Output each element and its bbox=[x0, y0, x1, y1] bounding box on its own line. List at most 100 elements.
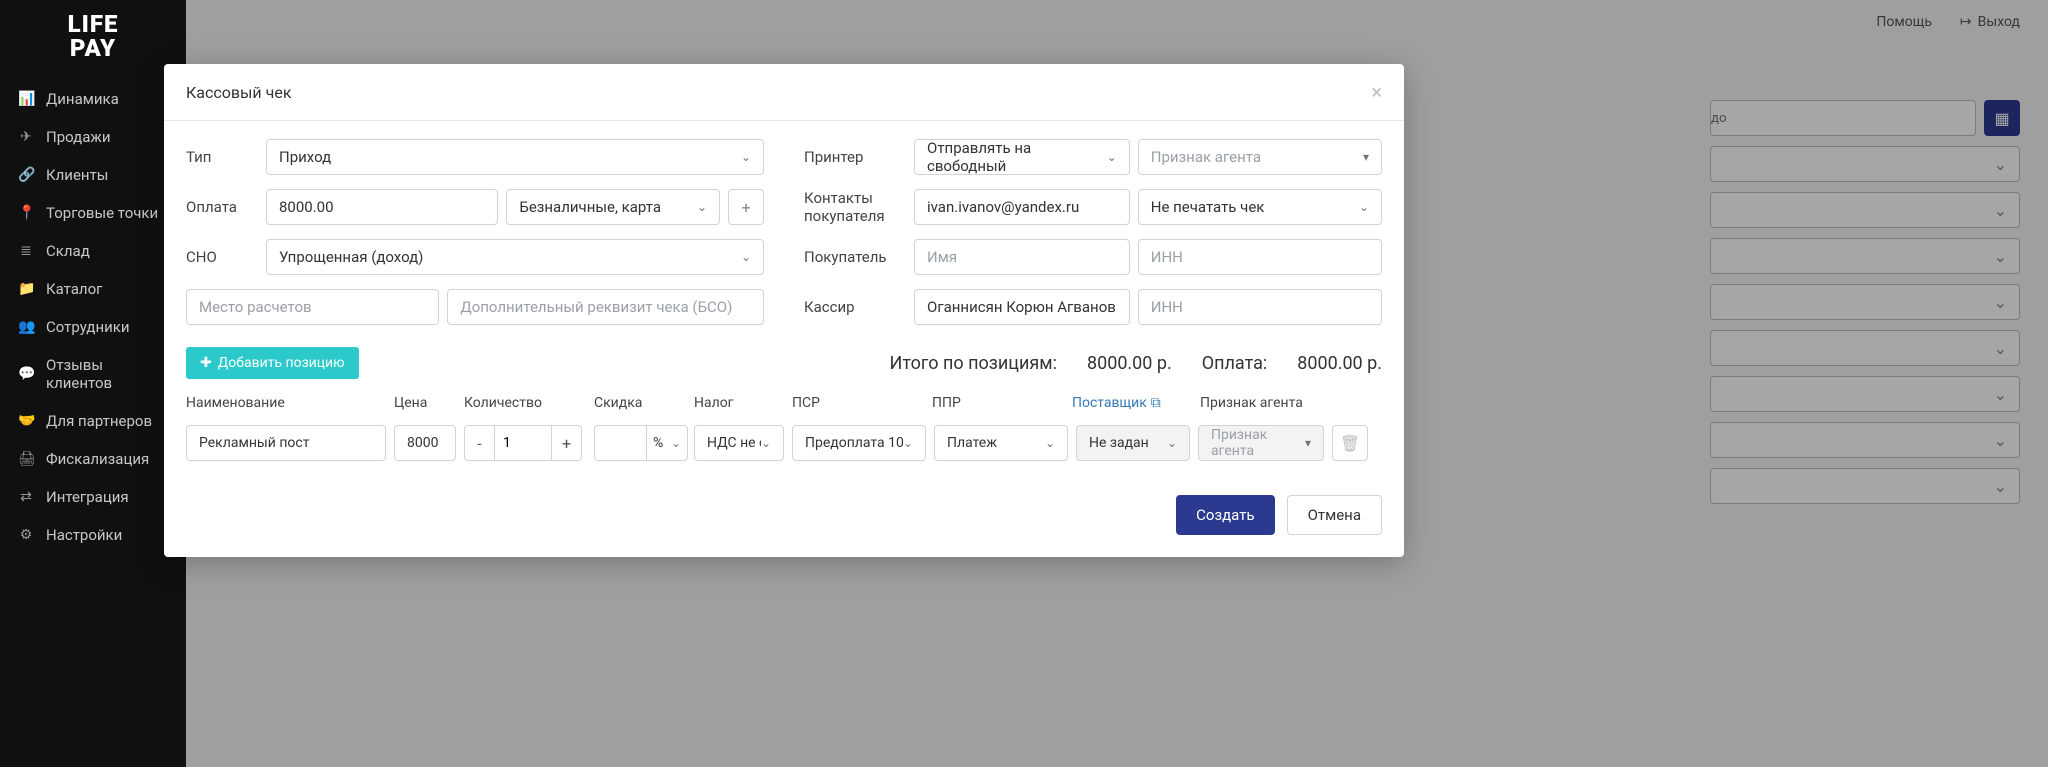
delete-row-button[interactable]: 🗑 bbox=[1332, 425, 1368, 461]
modal-title: Кассовый чек bbox=[186, 83, 291, 102]
totals-items-value: 8000.00 р. bbox=[1087, 353, 1172, 374]
th-discount: Скидка bbox=[594, 395, 694, 411]
th-qty: Количество bbox=[464, 395, 594, 411]
plus-icon: ✚ bbox=[200, 355, 212, 371]
modal-body: Тип Приход ⌄ Оплата Безналичные, карта bbox=[164, 121, 1404, 473]
type-select[interactable]: Приход ⌄ bbox=[266, 139, 764, 175]
sidebar-item-points[interactable]: 📍Торговые точки bbox=[0, 194, 186, 232]
buyer-inn-input[interactable] bbox=[1138, 239, 1382, 275]
qty-minus-button[interactable]: - bbox=[464, 425, 494, 461]
supplier-select[interactable]: Не задан ⌄ bbox=[1076, 425, 1190, 461]
caret-down-icon: ▾ bbox=[1305, 436, 1311, 450]
label-cashier: Кассир bbox=[804, 298, 904, 316]
logo: LIFE PAY bbox=[0, 0, 186, 80]
buyer-name-input[interactable] bbox=[914, 239, 1130, 275]
printer-value: Отправлять на свободный bbox=[927, 139, 1107, 175]
chart-icon: 📊 bbox=[18, 91, 34, 107]
add-position-label: Добавить позицию bbox=[218, 355, 345, 371]
cancel-button[interactable]: Отмена bbox=[1287, 495, 1382, 535]
sidebar-item-stock[interactable]: ≣Склад bbox=[0, 232, 186, 270]
pay-method-value: Безналичные, карта bbox=[519, 198, 661, 216]
cashier-name-input[interactable] bbox=[914, 289, 1130, 325]
agent-select[interactable]: Признак агента ▾ bbox=[1138, 139, 1382, 175]
sidebar-item-staff[interactable]: 👥Сотрудники bbox=[0, 308, 186, 346]
receipt-modal: Кассовый чек × Тип Приход ⌄ Оплата bbox=[164, 64, 1404, 557]
extra-req-input[interactable] bbox=[447, 289, 764, 325]
sidebar: LIFE PAY 📊 Динамика ✈Продажи 🔗 Клиенты 📍То… bbox=[0, 0, 186, 767]
totals-pay-value: 8000.00 р. bbox=[1297, 353, 1382, 374]
row-agent-placeholder: Признак агента bbox=[1211, 427, 1305, 459]
ppr-value: Платеж bbox=[947, 435, 997, 451]
link-icon: 🔗 bbox=[18, 167, 34, 183]
sidebar-item-label: Склад bbox=[46, 242, 90, 260]
sidebar-item-label: Каталог bbox=[46, 280, 102, 298]
sidebar-item-label: Настройки bbox=[46, 526, 122, 544]
caret-down-icon: ▾ bbox=[1363, 150, 1369, 164]
chevron-down-icon: ⌄ bbox=[741, 150, 751, 164]
qty-input[interactable] bbox=[494, 425, 552, 461]
modal-header: Кассовый чек × bbox=[164, 64, 1404, 121]
sidebar-item-catalog[interactable]: 📁 Каталог bbox=[0, 270, 186, 308]
sidebar-item-integration[interactable]: ⇄Интеграция bbox=[0, 478, 186, 516]
chevron-down-icon: ⌄ bbox=[741, 250, 751, 264]
printer-select[interactable]: Отправлять на свободный ⌄ bbox=[914, 139, 1130, 175]
sidebar-item-label: Фискализация bbox=[46, 450, 149, 468]
form-left-column: Тип Приход ⌄ Оплата Безналичные, карта bbox=[186, 139, 764, 339]
trash-icon: 🗑 bbox=[1340, 434, 1360, 453]
chevron-down-icon: ⌄ bbox=[903, 436, 913, 450]
sidebar-item-label: Сотрудники bbox=[46, 318, 130, 336]
sidebar-item-clients[interactable]: 🔗 Клиенты bbox=[0, 156, 186, 194]
th-agent: Признак агента bbox=[1200, 395, 1328, 411]
discount-type-select[interactable]: % ⌄ bbox=[646, 425, 688, 461]
discount-type-value: % bbox=[653, 435, 663, 451]
tax-value: НДС не обл bbox=[707, 435, 761, 451]
row-agent-select[interactable]: Признак агента ▾ bbox=[1198, 425, 1324, 461]
pay-method-select[interactable]: Безналичные, карта ⌄ bbox=[506, 189, 720, 225]
type-select-value: Приход bbox=[279, 148, 331, 166]
totals: Итого по позициям: 8000.00 р. Оплата: 80… bbox=[890, 353, 1383, 374]
sidebar-item-partners[interactable]: 🤝Для партнеров bbox=[0, 402, 186, 440]
sno-value: Упрощенная (доход) bbox=[279, 248, 423, 266]
supplier-value: Не задан bbox=[1089, 435, 1149, 451]
pin-icon: 📍 bbox=[18, 205, 34, 221]
label-payment: Оплата bbox=[186, 198, 256, 216]
tax-select[interactable]: НДС не обл ⌄ bbox=[694, 425, 784, 461]
chat-icon: 💬 bbox=[18, 366, 34, 382]
sidebar-item-label: Клиенты bbox=[46, 166, 108, 184]
ppr-select[interactable]: Платеж ⌄ bbox=[934, 425, 1068, 461]
sidebar-item-settings[interactable]: ⚙Настройки bbox=[0, 516, 186, 554]
chevron-down-icon: ⌄ bbox=[761, 436, 771, 450]
chevron-down-icon: ⌄ bbox=[1045, 436, 1055, 450]
chevron-down-icon: ⌄ bbox=[697, 200, 707, 214]
sidebar-item-sales[interactable]: ✈Продажи bbox=[0, 118, 186, 156]
sidebar-item-dynamics[interactable]: 📊 Динамика bbox=[0, 80, 186, 118]
form-right-column: Принтер Отправлять на свободный ⌄ Призна… bbox=[804, 139, 1382, 339]
row-name-input[interactable] bbox=[186, 425, 386, 461]
totals-items-label: Итого по позициям: bbox=[890, 353, 1057, 374]
sno-select[interactable]: Упрощенная (доход) ⌄ bbox=[266, 239, 764, 275]
row-price-input[interactable] bbox=[394, 425, 456, 461]
amount-input[interactable] bbox=[266, 189, 498, 225]
print-option-select[interactable]: Не печатать чек ⌄ bbox=[1138, 189, 1382, 225]
close-icon[interactable]: × bbox=[1371, 80, 1382, 104]
plane-icon: ✈ bbox=[18, 129, 34, 145]
label-buyer-contacts: Контакты покупателя bbox=[804, 189, 904, 225]
add-payment-button[interactable]: + bbox=[728, 189, 764, 225]
sidebar-item-reviews[interactable]: 💬Отзывы клиентов bbox=[0, 346, 186, 402]
supplier-link[interactable]: Поставщик ⧉ bbox=[1072, 395, 1161, 411]
add-position-button[interactable]: ✚ Добавить позицию bbox=[186, 347, 359, 379]
sidebar-item-label: Динамика bbox=[46, 90, 119, 108]
psr-select[interactable]: Предоплата 100% ⌄ bbox=[792, 425, 926, 461]
chevron-down-icon: ⌄ bbox=[1107, 150, 1117, 164]
folder-icon: 📁 bbox=[18, 281, 34, 297]
discount-input[interactable] bbox=[594, 425, 646, 461]
th-price: Цена bbox=[394, 395, 464, 411]
sidebar-item-fiscal[interactable]: 🖨Фискализация bbox=[0, 440, 186, 478]
buyer-contact-input[interactable] bbox=[914, 189, 1130, 225]
supplier-label: Поставщик bbox=[1072, 395, 1147, 411]
create-button[interactable]: Создать bbox=[1176, 495, 1274, 535]
cashier-inn-input[interactable] bbox=[1138, 289, 1382, 325]
settlement-place-input[interactable] bbox=[186, 289, 439, 325]
qty-plus-button[interactable]: + bbox=[552, 425, 582, 461]
label-buyer: Покупатель bbox=[804, 248, 904, 266]
